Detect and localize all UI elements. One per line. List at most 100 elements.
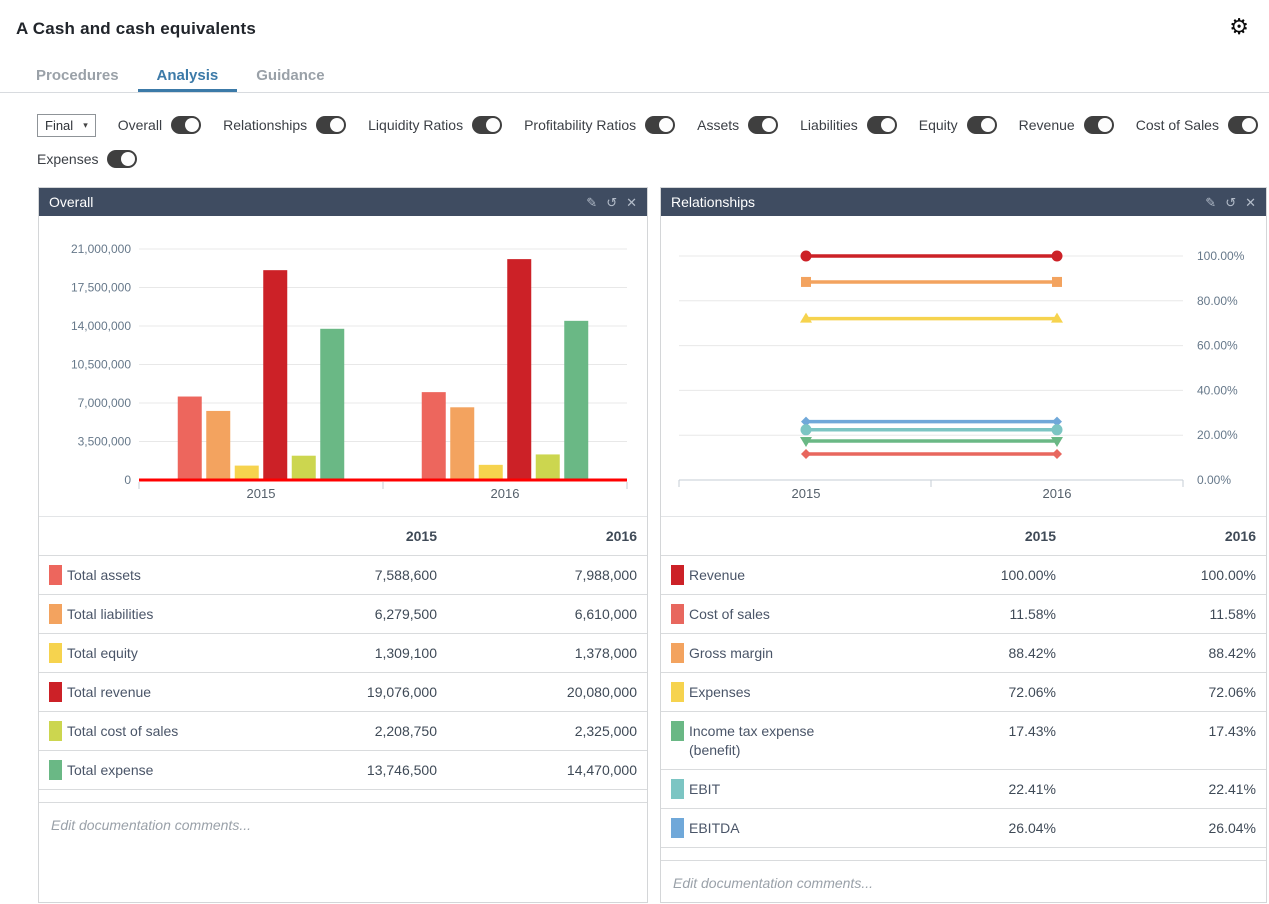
- toggle-switch[interactable]: [1228, 116, 1258, 134]
- chevron-down-icon: ▾: [83, 120, 88, 131]
- cell-value: 1,378,000: [437, 643, 637, 663]
- zero-baseline: [139, 479, 627, 482]
- cell-value: 14,470,000: [437, 760, 637, 780]
- cell-value: 88.42%: [1056, 643, 1256, 663]
- legend-swatch: [49, 760, 62, 780]
- y-axis-tick: 0.00%: [1197, 473, 1231, 487]
- y-axis-tick: 14,000,000: [71, 319, 131, 333]
- toggle-label: Liquidity Ratios: [368, 117, 463, 133]
- bar-total-expense-2015: [320, 329, 344, 480]
- table-row-ebit: EBIT22.41%22.41%: [661, 770, 1266, 809]
- legend-swatch: [49, 565, 62, 585]
- bar-total-revenue-2015: [263, 270, 287, 480]
- y-axis-tick: 60.00%: [1197, 339, 1238, 353]
- toggle-switch[interactable]: [967, 116, 997, 134]
- table-row-total-equity: Total equity1,309,1001,378,000: [39, 634, 647, 673]
- toggle-knob: [121, 152, 135, 166]
- toggle-switch[interactable]: [107, 150, 137, 168]
- toggle-expenses[interactable]: Expenses: [37, 150, 137, 168]
- cell-value: 22.41%: [1056, 779, 1256, 799]
- toggle-knob: [185, 118, 199, 132]
- toggle-liabilities[interactable]: Liabilities: [800, 116, 897, 134]
- y-axis-tick: 20.00%: [1197, 428, 1238, 442]
- close-icon[interactable]: ✕: [626, 196, 637, 209]
- column-header-2016: 2016: [1056, 526, 1256, 546]
- cell-value: 26.04%: [861, 818, 1056, 838]
- legend-swatch: [671, 643, 684, 663]
- cell-value: 88.42%: [861, 643, 1056, 663]
- cell-value: 6,279,500: [242, 604, 437, 624]
- toggle-switch[interactable]: [1084, 116, 1114, 134]
- toggle-label: Liabilities: [800, 117, 858, 133]
- comments-input[interactable]: Edit documentation comments...: [661, 860, 1266, 904]
- y-axis-tick: 10,500,000: [71, 358, 131, 372]
- table-row-gross-margin: Gross margin88.42%88.42%: [661, 634, 1266, 673]
- cell-value: 26.04%: [1056, 818, 1256, 838]
- table-row-revenue: Revenue100.00%100.00%: [661, 556, 1266, 595]
- toggle-relationships[interactable]: Relationships: [223, 116, 346, 134]
- toggle-switch[interactable]: [171, 116, 201, 134]
- relationships-table: 20152016Revenue100.00%100.00%Cost of sal…: [661, 516, 1266, 860]
- cell-value: 6,610,000: [437, 604, 637, 624]
- toggle-switch[interactable]: [645, 116, 675, 134]
- panel-overall: Overall ✎ ↺ ✕ 03,500,0007,000,00010,500,…: [38, 187, 648, 903]
- row-label: EBITDA: [689, 818, 740, 838]
- tab-guidance[interactable]: Guidance: [237, 61, 343, 92]
- toggle-switch[interactable]: [748, 116, 778, 134]
- bar-total-assets-2015: [178, 397, 202, 480]
- settings-gear-icon[interactable]: ⚙: [1229, 16, 1249, 38]
- history-icon[interactable]: ↺: [606, 196, 617, 209]
- tab-analysis[interactable]: Analysis: [138, 61, 238, 92]
- tab-procedures[interactable]: Procedures: [17, 61, 138, 92]
- bar-total-expense-2016: [564, 321, 588, 480]
- comments-input[interactable]: Edit documentation comments...: [39, 802, 647, 847]
- row-label: Expenses: [689, 682, 750, 702]
- panel-header-relationships: Relationships ✎ ↺ ✕: [661, 188, 1266, 216]
- close-icon[interactable]: ✕: [1245, 196, 1256, 209]
- history-icon[interactable]: ↺: [1225, 196, 1236, 209]
- cell-value: 11.58%: [1056, 604, 1256, 624]
- table-row-total-revenue: Total revenue19,076,00020,080,000: [39, 673, 647, 712]
- toggle-label: Expenses: [37, 151, 98, 167]
- y-axis-tick: 100.00%: [1197, 249, 1245, 263]
- panel-header-icons: ✎ ↺ ✕: [1205, 196, 1256, 209]
- toggle-cost-of-sales[interactable]: Cost of Sales: [1136, 116, 1258, 134]
- toggle-revenue[interactable]: Revenue: [1019, 116, 1114, 134]
- panel-title: Relationships: [671, 194, 1205, 210]
- table-header-row: 20152016: [39, 517, 647, 556]
- toggle-overall[interactable]: Overall: [118, 116, 201, 134]
- toggle-profitability-ratios[interactable]: Profitability Ratios: [524, 116, 675, 134]
- marker-revenue: [801, 251, 812, 262]
- toggle-knob: [981, 118, 995, 132]
- toggle-knob: [486, 118, 500, 132]
- toggle-assets[interactable]: Assets: [697, 116, 778, 134]
- cell-value: 7,588,600: [242, 565, 437, 585]
- status-select[interactable]: Final ▾: [37, 114, 96, 137]
- y-axis-tick: 7,000,000: [78, 396, 132, 410]
- toggle-switch[interactable]: [867, 116, 897, 134]
- y-axis-tick: 40.00%: [1197, 383, 1238, 397]
- y-axis-tick: 17,500,000: [71, 281, 131, 295]
- marker-cost-of-sales: [1052, 449, 1062, 459]
- table-row-income-tax-expense-benefit: Income tax expense (benefit)17.43%17.43%: [661, 712, 1266, 770]
- toggle-liquidity-ratios[interactable]: Liquidity Ratios: [368, 116, 502, 134]
- bar-total-equity-2016: [479, 465, 503, 480]
- toggle-switch[interactable]: [472, 116, 502, 134]
- bar-total-liabilities-2016: [450, 407, 474, 480]
- panel-relationships: Relationships ✎ ↺ ✕ 0.00% 20.00% 40.00% 60.…: [660, 187, 1267, 903]
- toggle-label: Relationships: [223, 117, 307, 133]
- overall-bar-chart: 03,500,0007,000,00010,500,00014,000,0001…: [39, 216, 647, 516]
- toggle-switch[interactable]: [316, 116, 346, 134]
- table-row-expenses: Expenses72.06%72.06%: [661, 673, 1266, 712]
- cell-value: 20,080,000: [437, 682, 637, 702]
- table-row-cost-of-sales: Cost of sales11.58%11.58%: [661, 595, 1266, 634]
- toggle-equity[interactable]: Equity: [919, 116, 997, 134]
- edit-icon[interactable]: ✎: [1205, 196, 1216, 209]
- cell-value: 11.58%: [861, 604, 1056, 624]
- row-label: Total cost of sales: [67, 721, 178, 741]
- row-label: Total assets: [67, 565, 141, 585]
- edit-icon[interactable]: ✎: [586, 196, 597, 209]
- relationships-line-chart: 0.00%20.00%40.00%60.00%80.00%100.00%2015…: [661, 216, 1266, 516]
- toggle-knob: [659, 118, 673, 132]
- cell-value: 17.43%: [1056, 721, 1256, 741]
